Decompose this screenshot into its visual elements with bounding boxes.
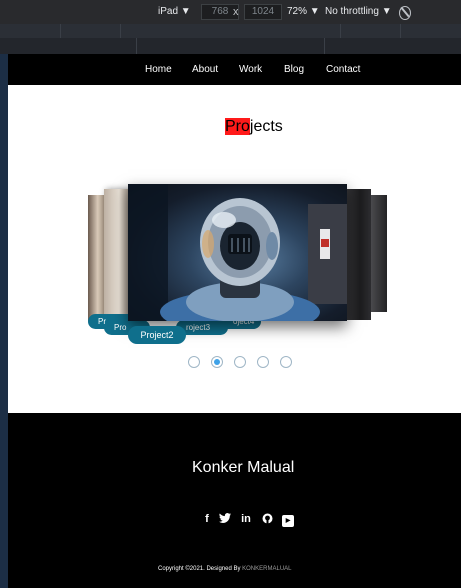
linkedin-icon[interactable]: in (239, 513, 253, 525)
ruler-segment (324, 38, 325, 54)
robot-image (128, 184, 347, 321)
chevron-down-icon: ▼ (180, 6, 191, 17)
copyright: Copyright ©2021. Designed By KONKERMALUA… (158, 566, 292, 572)
heading-rest: jects (249, 118, 283, 135)
zoom-select[interactable]: 72% ▼ (287, 5, 320, 19)
browser-window: iPad ▼ 768 x 1024 72% ▼ No throttling ▼ … (0, 0, 461, 588)
rotate-icon[interactable] (399, 6, 411, 20)
github-icon[interactable] (260, 513, 274, 527)
chevron-down-icon: ▼ (381, 6, 392, 17)
device-label: iPad (158, 6, 179, 17)
page-viewport: Home About Work Blog Contact Projects Pr… (8, 54, 461, 588)
device-select[interactable]: iPad ▼ (158, 5, 191, 19)
device-toolbar: iPad ▼ 768 x 1024 72% ▼ No throttling ▼ (0, 0, 461, 24)
project-card-active[interactable] (128, 184, 347, 321)
projects-heading: Projects (225, 118, 283, 136)
footer-name: Konker Malual (192, 459, 295, 476)
media-query-segment[interactable] (400, 24, 401, 38)
ruler-bar (0, 38, 461, 54)
media-query-segment[interactable] (340, 24, 341, 38)
navbar: Home About Work Blog Contact (8, 54, 461, 85)
pagination-dot[interactable] (257, 356, 269, 368)
project-card-far-right[interactable] (371, 195, 387, 312)
nav-contact[interactable]: Contact (326, 64, 360, 75)
project-card-right[interactable] (344, 189, 371, 320)
pagination-dot-active[interactable] (211, 356, 223, 368)
media-query-bar[interactable] (0, 24, 461, 38)
copyright-brand[interactable]: KONKERMALUAL (242, 566, 291, 572)
copyright-text: Copyright ©2021. Designed By (158, 566, 241, 572)
ruler-segment (136, 38, 137, 54)
viewport-edge (0, 54, 8, 588)
pagination-dot[interactable] (188, 356, 200, 368)
chevron-down-icon: ▼ (309, 6, 320, 17)
pagination-dot[interactable] (280, 356, 292, 368)
youtube-icon[interactable]: ▶ (282, 515, 294, 527)
height-input[interactable]: 1024 (244, 4, 282, 20)
nav-work[interactable]: Work (239, 64, 262, 75)
media-query-segment[interactable] (60, 24, 61, 38)
nav-blog[interactable]: Blog (284, 64, 304, 75)
facebook-icon[interactable]: f (200, 513, 214, 525)
pagination-dot[interactable] (234, 356, 246, 368)
project-caption-active[interactable]: Project2 (128, 326, 186, 344)
nav-home[interactable]: Home (145, 64, 172, 75)
media-query-segment[interactable] (120, 24, 121, 38)
heading-highlight: Pro (225, 118, 250, 135)
project-card-far-left[interactable] (88, 195, 104, 321)
twitter-icon[interactable] (218, 513, 232, 526)
footer: Konker Malual f in ▶ Copyright ©2021. De… (8, 413, 461, 588)
nav-about[interactable]: About (192, 64, 218, 75)
throttling-select[interactable]: No throttling ▼ (325, 5, 392, 19)
throttling-label: No throttling (325, 6, 379, 17)
zoom-label: 72% (287, 6, 308, 17)
times-label: x (233, 6, 239, 18)
